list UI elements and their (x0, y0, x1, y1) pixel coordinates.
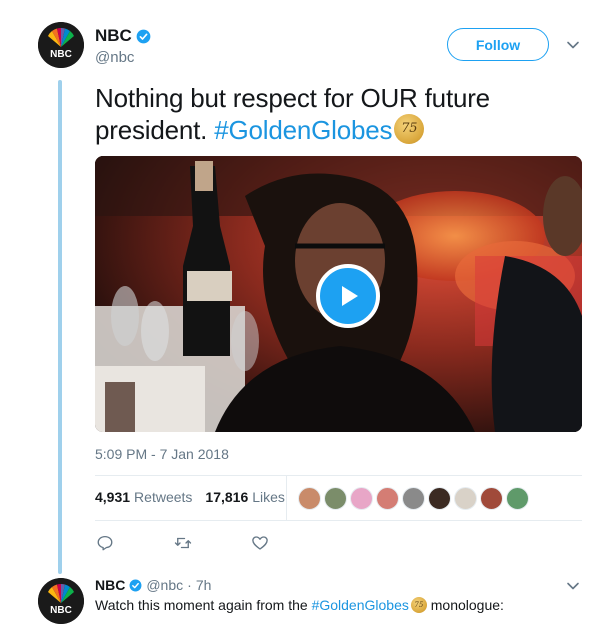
liked-by-avatars (298, 487, 529, 510)
chevron-down-icon[interactable] (566, 579, 580, 593)
hashtag-link[interactable]: #GoldenGlobes (312, 597, 409, 613)
hashtag-link[interactable]: #GoldenGlobes (214, 115, 392, 145)
reply-time[interactable]: 7h (196, 577, 212, 593)
stats-separator (286, 476, 287, 520)
reply-text-end: monologue: (426, 597, 504, 613)
liker-avatar[interactable] (480, 487, 503, 510)
reply-icon[interactable] (96, 534, 114, 552)
reply-author: NBC @nbc · 7h (95, 577, 211, 593)
tweet-timestamp[interactable]: 5:09 PM - 7 Jan 2018 (95, 446, 229, 462)
liker-avatar[interactable] (454, 487, 477, 510)
play-button[interactable] (316, 264, 380, 328)
nbc-peacock-logo-icon: NBC (38, 578, 84, 624)
verified-badge-icon (136, 29, 151, 43)
golden-globes-75-badge-icon: 75 (394, 114, 425, 145)
tweet-text: Nothing but respect for OUR future presi… (95, 82, 515, 147)
play-icon (342, 286, 358, 306)
liker-avatar[interactable] (506, 487, 529, 510)
divider (95, 475, 582, 476)
reply-text: Watch this moment again from the #Golden… (95, 597, 504, 614)
video-media[interactable] (95, 156, 582, 432)
handle[interactable]: @nbc (95, 49, 134, 66)
reply-handle[interactable]: @nbc (146, 577, 183, 593)
liker-avatar[interactable] (428, 487, 451, 510)
tweet-author: NBC (95, 26, 151, 46)
tweet-stats: 4,931 Retweets 17,816 Likes (95, 489, 294, 505)
liker-avatar[interactable] (402, 487, 425, 510)
retweet-icon[interactable] (174, 534, 192, 552)
reply-text-body: Watch this moment again from the (95, 597, 312, 613)
likes-count[interactable]: 17,816 (205, 489, 248, 505)
likes-label[interactable]: Likes (252, 489, 285, 505)
heart-icon[interactable] (251, 534, 269, 552)
nbc-peacock-logo-icon: NBC (38, 22, 84, 68)
liker-avatar[interactable] (298, 487, 321, 510)
conversation-thread-line (58, 80, 62, 574)
chevron-down-icon[interactable] (566, 38, 580, 52)
liker-avatar[interactable] (350, 487, 373, 510)
reply-display-name[interactable]: NBC (95, 577, 125, 593)
retweets-count[interactable]: 4,931 (95, 489, 130, 505)
avatar[interactable]: NBC (38, 578, 84, 624)
liker-avatar[interactable] (376, 487, 399, 510)
display-name[interactable]: NBC (95, 26, 132, 46)
avatar-label: NBC (50, 49, 72, 60)
avatar[interactable]: NBC (38, 22, 84, 68)
divider (95, 520, 582, 521)
reply-meta-separator: · (187, 577, 192, 593)
golden-globes-75-badge-icon: 75 (410, 597, 427, 614)
follow-button[interactable]: Follow (447, 28, 549, 61)
avatar-label: NBC (50, 605, 72, 616)
verified-badge-icon (129, 579, 142, 591)
liker-avatar[interactable] (324, 487, 347, 510)
retweets-label[interactable]: Retweets (134, 489, 192, 505)
